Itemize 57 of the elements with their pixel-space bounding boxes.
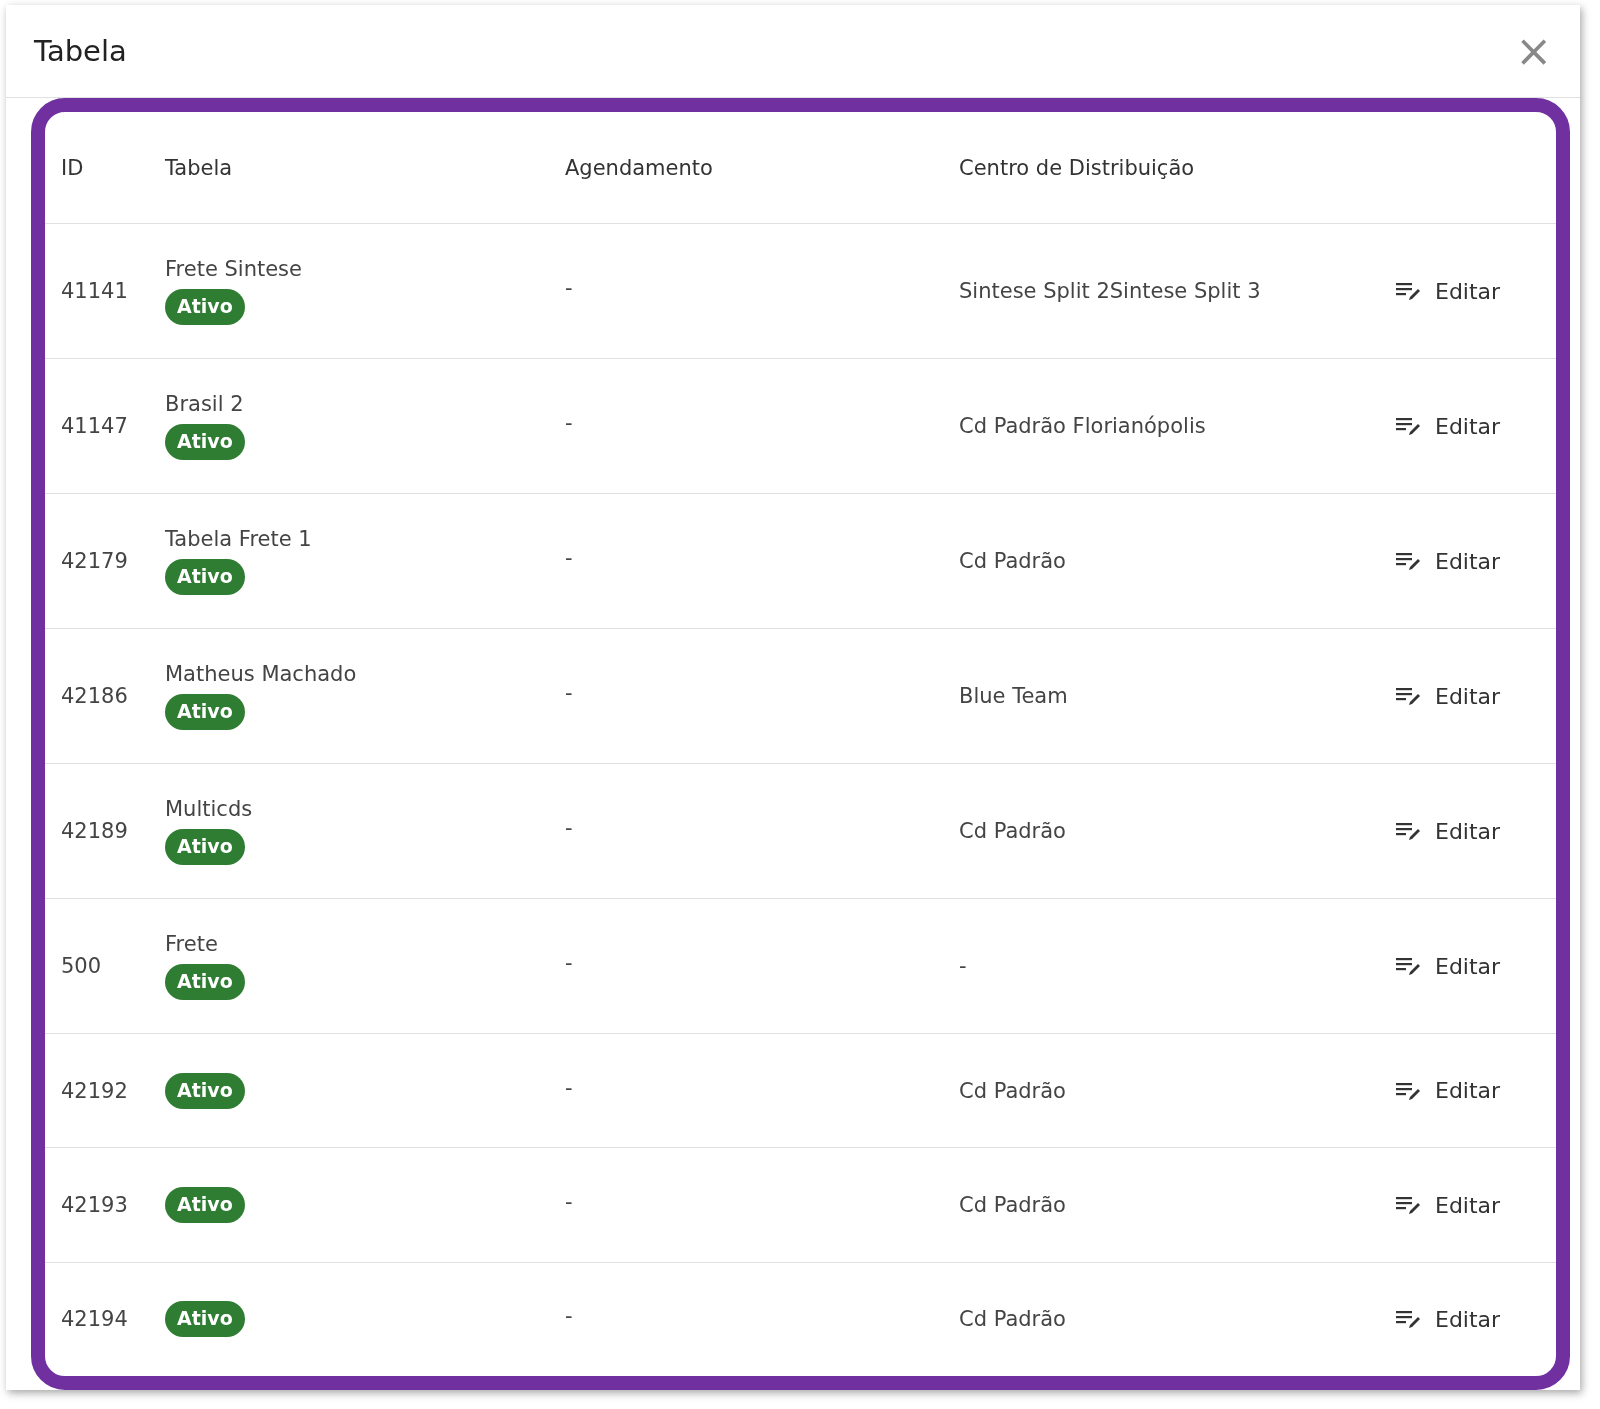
table-name: Multicds: [165, 797, 253, 822]
distribution-center-cell-text: Cd Padrão: [959, 1307, 1067, 1332]
schedule-cell-text: -: [565, 816, 574, 843]
column-header: Agendamento: [565, 155, 714, 180]
id-cell-text: 42194: [60, 1307, 129, 1332]
status-badge: Ativo: [165, 964, 245, 1001]
distribution-center-cell-text: Blue Team: [959, 684, 1069, 709]
edit-button[interactable]: Editar: [1389, 814, 1507, 848]
column-header: Tabela: [165, 155, 234, 180]
status-badge: Ativo: [165, 559, 245, 596]
edit-button[interactable]: Editar: [1389, 1188, 1507, 1222]
id-cell-text: 41141: [60, 279, 129, 304]
schedule-cell-text: -: [565, 276, 574, 303]
table-name: Tabela Frete 1: [165, 527, 312, 552]
distribution-center-cell-text: Cd Padrão: [959, 1078, 1067, 1103]
id-cell-text: 42192: [60, 1078, 129, 1103]
status-badge: Ativo: [165, 694, 245, 731]
id-cell-text: 42189: [60, 819, 129, 844]
edit-button[interactable]: Editar: [1389, 544, 1507, 578]
status-badge: Ativo: [165, 1072, 245, 1109]
id-cell-text: 42186: [60, 684, 129, 709]
column-header: Centro de Distribuição: [959, 155, 1196, 180]
table-name: Matheus Machado: [165, 662, 357, 687]
status-badge: Ativo: [165, 1187, 245, 1223]
dialog-title: Tabela: [34, 34, 127, 68]
status-badge: Ativo: [165, 424, 245, 461]
table-name: Frete: [165, 932, 218, 957]
close-button[interactable]: ×: [1509, 29, 1558, 73]
edit-button[interactable]: Editar: [1389, 949, 1507, 983]
table-name: Brasil 2: [165, 392, 244, 417]
edit-button[interactable]: Editar: [1389, 1302, 1507, 1336]
id-cell-text: 500: [60, 954, 103, 979]
edit-button[interactable]: Editar: [1389, 679, 1507, 713]
schedule-cell-text: -: [565, 951, 574, 978]
schedule-cell-text: -: [565, 1075, 574, 1102]
edit-button[interactable]: Editar: [1389, 274, 1507, 308]
schedule-cell-text: -: [565, 546, 574, 573]
schedule-cell-text: -: [565, 681, 574, 708]
distribution-center-cell-text: -: [959, 954, 968, 979]
status-badge: Ativo: [165, 1301, 245, 1338]
schedule-cell-text: -: [565, 411, 574, 438]
id-cell-text: 41147: [60, 414, 129, 439]
distribution-center-cell-text: Sintese Split 2Sintese Split 3: [959, 279, 1262, 304]
status-badge: Ativo: [165, 289, 245, 326]
distribution-center-cell-text: Cd Padrão: [959, 549, 1067, 574]
column-header: ID: [60, 155, 85, 180]
distribution-center-cell-text: Cd Padrão: [959, 819, 1067, 844]
id-cell-text: 42193: [60, 1193, 129, 1218]
table-name: Frete Sintese: [165, 257, 302, 282]
distribution-center-cell-text: Cd Padrão: [959, 1193, 1067, 1218]
id-cell-text: 42179: [60, 549, 129, 574]
distribution-center-cell-text: Cd Padrão Florianópolis: [959, 414, 1207, 439]
schedule-cell-text: -: [565, 1190, 574, 1217]
edit-button[interactable]: Editar: [1389, 409, 1507, 443]
status-badge: Ativo: [165, 829, 245, 866]
edit-button[interactable]: Editar: [1389, 1074, 1507, 1108]
schedule-cell-text: -: [565, 1304, 574, 1331]
